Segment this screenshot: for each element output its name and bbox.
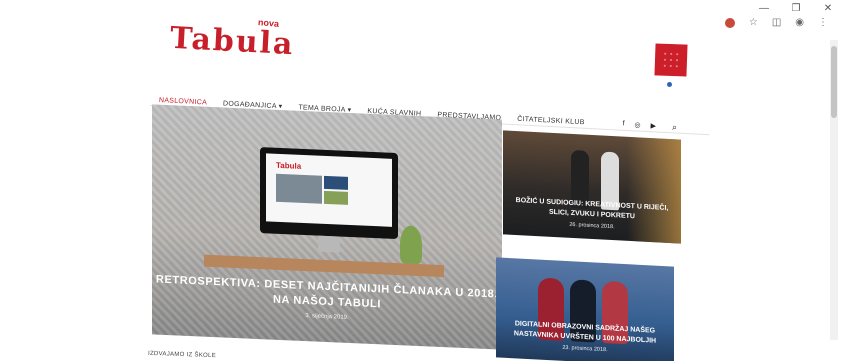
scrollbar-thumb[interactable] bbox=[831, 46, 837, 118]
social-links: f ◎ ▶ bbox=[622, 120, 656, 130]
article-card-caption: DIGITALNI OBRAZOVNI SADRŽAJ NAŠEG NASTAV… bbox=[506, 319, 664, 356]
minimize-icon[interactable]: — bbox=[758, 3, 770, 14]
browser-toolbar-icons: ☆ ◫ ◉ ⋮ bbox=[724, 18, 828, 28]
featured-image-screen: Tabula bbox=[266, 153, 392, 227]
menu-icon[interactable]: ⋮ bbox=[818, 18, 828, 28]
browser-window: — ❐ ✕ ☆ ◫ ◉ ⋮ Tabula nova NASLOVNICA DOG… bbox=[0, 0, 846, 361]
browser-screenshot: — ❐ ✕ ☆ ◫ ◉ ⋮ Tabula nova NASLOVNICA DOG… bbox=[0, 0, 846, 361]
maximize-icon[interactable]: ❐ bbox=[790, 3, 802, 14]
featured-image-plant bbox=[400, 225, 422, 265]
page-scrollbar[interactable] bbox=[830, 40, 838, 340]
account-icon[interactable]: ◉ bbox=[795, 18, 804, 28]
nav-item-citateljski-klub[interactable]: ČITATELJSKI KLUB bbox=[517, 115, 585, 126]
article-card[interactable]: DIGITALNI OBRAZOVNI SADRŽAJ NAŠEG NASTAV… bbox=[496, 257, 674, 361]
featured-image-monitor: Tabula bbox=[260, 147, 398, 253]
mini-image bbox=[324, 190, 348, 205]
facebook-icon[interactable]: f bbox=[622, 120, 624, 128]
site-logo[interactable]: Tabula nova bbox=[169, 16, 295, 62]
carousel-indicator[interactable] bbox=[667, 82, 672, 87]
site-logo-superscript: nova bbox=[257, 17, 280, 29]
section-heading: IZDVAJAMO IZ ŠKOLE bbox=[147, 350, 217, 360]
extension-icon[interactable] bbox=[724, 18, 735, 28]
featured-article[interactable]: Tabula RETROSPEKTIVA: DESET NAJČITANIJIH… bbox=[152, 104, 502, 350]
browser-bar: — ❐ ✕ ☆ ◫ ◉ ⋮ bbox=[0, 0, 846, 32]
search-icon[interactable]: ⌕ bbox=[672, 121, 678, 132]
youtube-icon[interactable]: ▶ bbox=[650, 122, 656, 130]
close-icon[interactable]: ✕ bbox=[822, 3, 834, 14]
instagram-icon[interactable]: ◎ bbox=[634, 121, 641, 129]
star-icon[interactable]: ☆ bbox=[749, 18, 758, 28]
mini-logo: Tabula bbox=[276, 160, 302, 171]
mini-image bbox=[276, 173, 322, 204]
window-controls: — ❐ ✕ bbox=[758, 3, 834, 14]
monitor-stand bbox=[318, 235, 340, 253]
sponsor-badge[interactable] bbox=[654, 43, 688, 77]
camera-icon[interactable]: ◫ bbox=[772, 18, 781, 28]
mini-image bbox=[324, 175, 348, 190]
article-card[interactable]: BOŽIĆ U SUDIOGIU: KREATIVNOST U RIJEČI, … bbox=[503, 130, 681, 244]
